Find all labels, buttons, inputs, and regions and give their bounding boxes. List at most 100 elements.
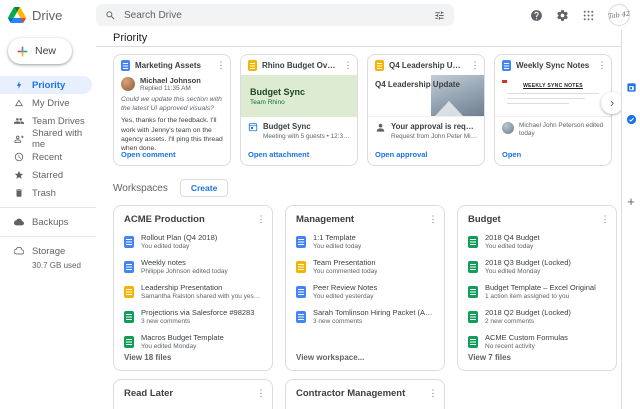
- file-row[interactable]: Peer Review Notes You edited yesterday: [286, 279, 444, 304]
- sheets-file-icon: [124, 311, 134, 323]
- view-workspace-link[interactable]: View workspace...: [296, 353, 364, 362]
- more-options-icon[interactable]: ⋮: [216, 60, 226, 71]
- more-options-icon[interactable]: ⋮: [428, 214, 438, 225]
- trash-icon: [14, 188, 24, 198]
- preview-text-line: [507, 103, 569, 105]
- file-name: Macros Budget Template: [141, 333, 224, 342]
- document-preview[interactable]: Budget Sync Team Rhino: [241, 75, 357, 117]
- event-title: Budget Sync: [263, 122, 350, 131]
- approval-meta: Request from John Peter Michael: [391, 133, 477, 140]
- file-row[interactable]: 1:1 Template You edited today: [286, 229, 444, 254]
- more-options-icon[interactable]: ⋮: [343, 60, 353, 71]
- document-preview[interactable]: WEEKLY SYNC NOTES: [495, 75, 611, 117]
- file-name: ACME Custom Formulas: [485, 333, 568, 342]
- more-options-icon[interactable]: ⋮: [470, 60, 480, 71]
- sidebar-item-label: Storage: [32, 246, 65, 257]
- scroll-right-chevron-button[interactable]: ›: [601, 92, 621, 114]
- approval-status: Your approval is requested: [391, 122, 477, 131]
- view-files-link[interactable]: View 18 files: [124, 353, 171, 362]
- file-row[interactable]: Team Presentation You commented today: [286, 254, 444, 279]
- sidebar-item-label: My Drive: [32, 98, 69, 109]
- open-link[interactable]: Open: [502, 150, 521, 159]
- view-files-link[interactable]: View 7 files: [468, 353, 511, 362]
- document-preview[interactable]: Q4 Leadership Update: [368, 75, 484, 117]
- file-row[interactable]: 2018 Q3 Budget (Locked) You edited Monda…: [458, 254, 616, 279]
- file-row[interactable]: The Story of ACME Foundations: [114, 403, 272, 409]
- more-options-icon[interactable]: ⋮: [256, 388, 266, 399]
- calendar-icon[interactable]: [626, 82, 637, 93]
- search-icon[interactable]: [105, 10, 116, 21]
- add-addon-plus-icon[interactable]: +: [627, 195, 635, 208]
- sidebar-item-trash[interactable]: Trash: [0, 184, 92, 202]
- priority-card-q4-leadership[interactable]: Q4 Leadership Update (Approved... ⋮ Q4 L…: [367, 54, 485, 166]
- new-button[interactable]: New: [8, 38, 72, 64]
- tasks-icon[interactable]: [626, 114, 637, 125]
- open-approval-link[interactable]: Open approval: [375, 150, 428, 159]
- file-row[interactable]: ACME Custom Formulas No recent activity: [458, 329, 616, 354]
- docs-file-icon: [502, 60, 511, 71]
- companion-side-rail: +: [621, 30, 640, 409]
- file-row[interactable]: Rollout Plan (Q4 2018) You edited today: [114, 229, 272, 254]
- file-row[interactable]: Leadership Presentation Samantha Ralston…: [114, 279, 272, 304]
- open-comment-link[interactable]: Open comment: [121, 150, 176, 159]
- file-row[interactable]: Macros Budget Template You edited Monday: [114, 329, 272, 354]
- sidebar-item-priority[interactable]: Priority: [0, 76, 92, 94]
- sidebar: New Priority My Drive Team Drives Shared…: [0, 30, 96, 409]
- topbar: Drive Tab 42: [0, 0, 640, 30]
- more-options-icon[interactable]: ⋮: [600, 214, 610, 225]
- slides-file-icon: [248, 60, 257, 71]
- sidebar-item-starred[interactable]: Starred: [0, 166, 92, 184]
- more-options-icon[interactable]: ⋮: [428, 388, 438, 399]
- sheets-file-icon: [468, 336, 478, 348]
- account-avatar[interactable]: Tab 42: [608, 4, 630, 26]
- file-row[interactable]: 2018 Q4 Budget You edited today: [458, 229, 616, 254]
- more-options-icon[interactable]: ⋮: [256, 214, 266, 225]
- file-row[interactable]: Hiring Form (Approved Q1 2019): [286, 403, 444, 409]
- sidebar-item-my-drive[interactable]: My Drive: [0, 94, 92, 112]
- sidebar-item-label: Starred: [32, 170, 63, 181]
- main-content: Priority Marketing Assets ⋮ Michael John…: [96, 30, 621, 409]
- file-row[interactable]: Weekly notes Philippe Johnson edited tod…: [114, 254, 272, 279]
- editor-avatar: [502, 122, 514, 134]
- file-row[interactable]: Budget Template – Excel Original 1 actio…: [458, 279, 616, 304]
- card-title: Weekly Sync Notes: [516, 61, 592, 70]
- drive-home-link[interactable]: Drive: [8, 7, 96, 23]
- new-plus-icon: [16, 45, 29, 58]
- comment-quote: Could we update this section with the la…: [121, 95, 223, 113]
- preview-doc-title: WEEKLY SYNC NOTES: [495, 83, 611, 89]
- priority-card-rhino-budget[interactable]: Rhino Budget Overview ⋮ Budget Sync Team…: [240, 54, 358, 166]
- priority-card-marketing-assets[interactable]: Marketing Assets ⋮ Michael Johnson Repli…: [113, 54, 231, 166]
- slides-file-icon: [375, 60, 384, 71]
- sidebar-item-storage[interactable]: Storage: [0, 242, 92, 260]
- open-attachment-link[interactable]: Open attachment: [248, 150, 309, 159]
- file-name: Team Presentation: [313, 258, 377, 267]
- file-name: Rollout Plan (Q4 2018): [141, 233, 217, 242]
- apps-grid-icon[interactable]: [582, 9, 595, 22]
- sidebar-item-recent[interactable]: Recent: [0, 148, 92, 166]
- file-meta: You edited yesterday: [313, 293, 377, 300]
- file-row[interactable]: 2018 Q2 Budget (Locked) 2 new comments: [458, 304, 616, 329]
- file-row[interactable]: Sarah Tomlinson Hiring Packet (Approved)…: [286, 304, 444, 329]
- search-options-tune-icon[interactable]: [434, 10, 445, 21]
- settings-gear-icon[interactable]: [556, 9, 569, 22]
- search-input[interactable]: [124, 10, 426, 21]
- file-meta: You edited today: [485, 243, 540, 250]
- help-icon[interactable]: [530, 9, 543, 22]
- more-options-icon[interactable]: ⋮: [597, 60, 607, 71]
- priority-card-weekly-sync-notes[interactable]: Weekly Sync Notes ⋮ WEEKLY SYNC NOTES Mi…: [494, 54, 612, 166]
- sheets-file-icon: [468, 286, 478, 298]
- workspace-title: ACME Production: [124, 214, 256, 225]
- sidebar-item-shared-with-me[interactable]: Shared with me: [0, 130, 92, 148]
- file-name: Projections via Salesforce #98283: [141, 308, 254, 317]
- search-bar[interactable]: [96, 4, 454, 26]
- sidebar-item-backups[interactable]: Backups: [0, 213, 92, 231]
- create-workspace-button[interactable]: Create: [180, 179, 228, 197]
- file-row[interactable]: Projections via Salesforce #98283 3 new …: [114, 304, 272, 329]
- file-meta: You edited Monday: [141, 343, 224, 350]
- file-name: Leadership Presentation: [141, 283, 262, 292]
- file-name: 1:1 Template: [313, 233, 361, 242]
- preview-subtitle: Team Rhino: [250, 99, 357, 106]
- file-meta: Philippe Johnson edited today: [141, 268, 228, 275]
- sidebar-item-label: Team Drives: [32, 116, 85, 127]
- calendar-event-icon: [248, 122, 258, 132]
